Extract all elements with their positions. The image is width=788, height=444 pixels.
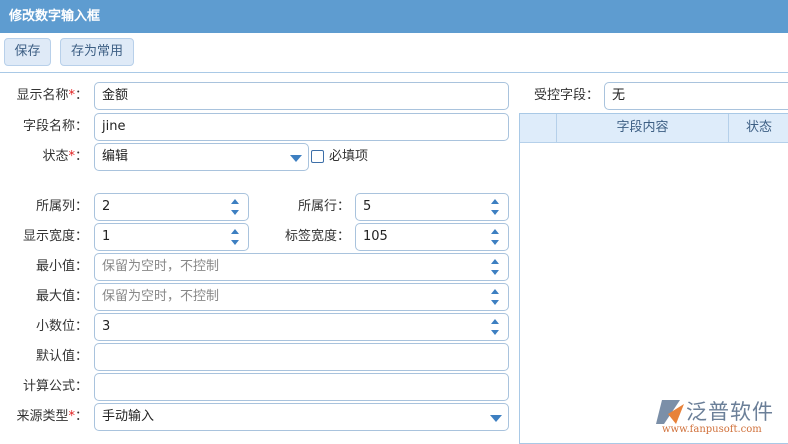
column-header-content[interactable]: 字段内容 [557,114,729,142]
spinner-icon[interactable] [491,258,500,276]
column-header-index [520,114,557,142]
source-type-select[interactable]: 手动输入 [94,403,509,431]
formula-label: 计算公式： [22,379,88,394]
chevron-down-icon [490,415,502,422]
fanpusoft-logo: 泛普软件 www.fanpusoft.com [654,396,784,440]
decimals-input[interactable]: 3 [94,313,509,341]
spinner-icon[interactable] [491,318,500,336]
save-as-common-button[interactable]: 存为常用 [60,38,134,66]
field-name-label: 字段名称： [22,119,88,134]
min-label: 最小值： [35,259,88,274]
row-input[interactable]: 5 [355,193,509,221]
controlled-field-input[interactable]: 无 [604,82,788,110]
column-input[interactable]: 2 [94,193,249,221]
controlled-field-label: 受控字段： [534,88,600,103]
spinner-icon[interactable] [491,228,500,246]
min-input[interactable]: 保留为空时，不控制 [94,253,509,281]
logo-url: www.fanpusoft.com [662,424,762,435]
spinner-icon[interactable] [491,288,500,306]
max-input[interactable]: 保留为空时，不控制 [94,283,509,311]
status-select[interactable]: 编辑 [94,143,309,171]
display-name-input[interactable]: 金额 [94,82,509,110]
spinner-icon[interactable] [491,198,500,216]
decimals-label: 小数位： [35,319,88,334]
required-checkbox[interactable] [311,150,324,163]
logo-name: 泛普软件 [686,400,774,424]
spinner-icon[interactable] [231,198,240,216]
chevron-down-icon [290,155,302,162]
status-value: 编辑 [102,149,129,164]
status-label: 状态*： [42,149,88,164]
save-button[interactable]: 保存 [4,38,51,66]
source-type-label: 来源类型*： [16,409,88,424]
formula-input[interactable] [94,373,509,401]
table-header: 字段内容 状态 [520,114,788,143]
label-width-label: 标签宽度： [284,229,350,244]
max-label: 最大值： [35,289,88,304]
column-label: 所属列： [35,199,88,214]
column-header-status[interactable]: 状态 [729,114,788,142]
required-label: 必填项 [329,149,369,164]
default-label: 默认值： [35,349,88,364]
spinner-icon[interactable] [231,228,240,246]
display-width-input[interactable]: 1 [94,223,249,251]
label-width-input[interactable]: 105 [355,223,509,251]
display-width-label: 显示宽度： [22,229,88,244]
display-name-label: 显示名称*： [16,88,88,103]
row-label: 所属行： [297,199,350,214]
field-name-input[interactable]: jine [94,113,509,141]
toolbar: 保存 存为常用 [0,33,788,73]
default-input[interactable] [94,343,509,371]
controlled-field-table: 字段内容 状态 [519,113,788,444]
logo-icon [656,400,684,424]
dialog-title: 修改数字输入框 [0,0,788,33]
